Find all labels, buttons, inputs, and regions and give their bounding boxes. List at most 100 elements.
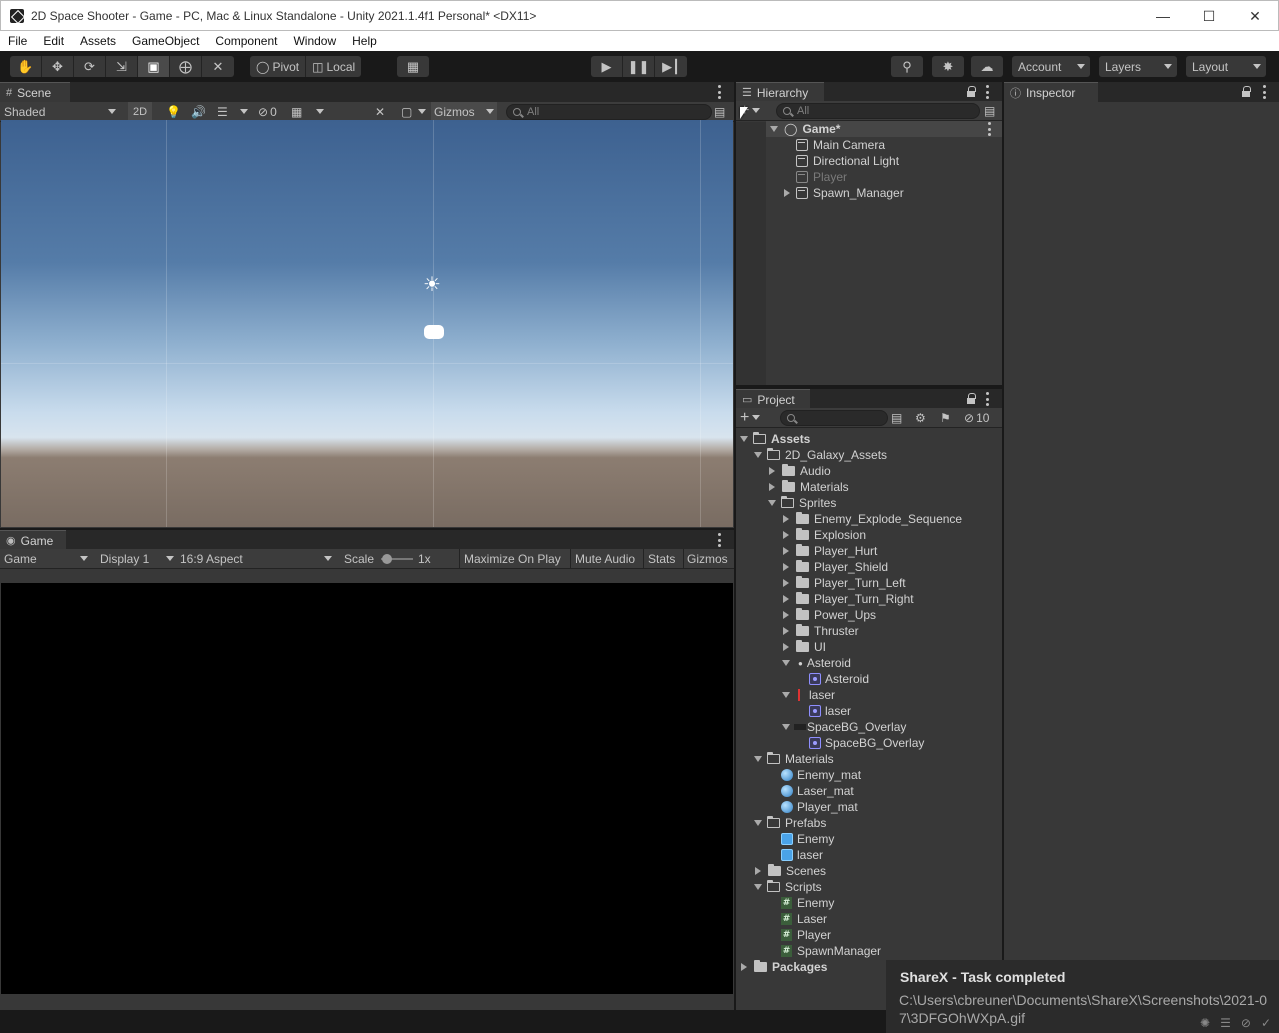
expand-arrow-icon[interactable] xyxy=(754,884,762,890)
custom-tool-icon[interactable]: ✕ xyxy=(202,56,234,77)
layers-dropdown[interactable]: Layers xyxy=(1099,56,1177,77)
check-icon[interactable]: ✓ xyxy=(1261,1016,1271,1030)
expand-arrow-icon[interactable] xyxy=(784,189,790,197)
project-folder[interactable]: Audio xyxy=(769,463,831,479)
hidden-packages-toggle[interactable]: ⊘ 10 xyxy=(964,408,989,427)
project-folder[interactable]: Scenes xyxy=(755,863,826,879)
filter-by-type-icon[interactable]: ⚙ xyxy=(915,408,926,427)
expand-arrow-icon[interactable] xyxy=(754,820,762,826)
project-material[interactable]: Enemy_mat xyxy=(781,767,861,783)
menu-edit[interactable]: Edit xyxy=(35,34,72,48)
bug-icon[interactable]: ✺ xyxy=(1200,1016,1210,1030)
project-script[interactable]: # Enemy xyxy=(781,895,834,911)
project-script[interactable]: # Laser xyxy=(781,911,827,927)
move-tool-icon[interactable]: ✥ xyxy=(42,56,74,77)
menu-help[interactable]: Help xyxy=(344,34,385,48)
gizmos-dropdown[interactable]: Gizmos xyxy=(431,102,497,121)
hierarchy-search-input[interactable]: All xyxy=(776,103,980,119)
tab-hierarchy[interactable]: ☰ Hierarchy xyxy=(736,82,824,102)
cloud-icon[interactable]: ☁ xyxy=(971,56,1003,77)
project-sprite-child[interactable]: laser xyxy=(809,703,851,719)
project-folder-packages[interactable]: Packages xyxy=(741,959,827,975)
audio-icon[interactable]: 🔊 xyxy=(191,102,206,121)
grid-toggle-icon[interactable]: ▦ xyxy=(291,102,302,121)
project-menu-icon[interactable] xyxy=(984,392,990,406)
expand-arrow-icon[interactable] xyxy=(768,500,776,506)
menu-assets[interactable]: Assets xyxy=(72,34,124,48)
project-material[interactable]: Player_mat xyxy=(781,799,858,815)
network-icon[interactable]: ⊘ xyxy=(1241,1016,1251,1030)
transform-tool-icon[interactable]: ⨁ xyxy=(170,56,202,77)
project-folder[interactable]: Player_Turn_Left xyxy=(783,575,906,591)
expand-arrow-icon[interactable] xyxy=(783,627,789,635)
game-menu-icon[interactable] xyxy=(716,533,722,547)
expand-arrow-icon[interactable] xyxy=(783,643,789,651)
collab-icon[interactable]: ✸ xyxy=(932,56,964,77)
expand-arrow-icon[interactable] xyxy=(783,531,789,539)
project-folder[interactable]: Player_Hurt xyxy=(783,543,877,559)
hierarchy-menu-icon[interactable] xyxy=(984,85,990,99)
scene-root-row[interactable]: ◯ Game* xyxy=(766,121,1002,137)
project-folder[interactable]: Player_Turn_Right xyxy=(783,591,914,607)
lock-icon[interactable] xyxy=(966,86,976,98)
play-icon[interactable]: ▶ xyxy=(591,56,623,77)
grid-snap-icon[interactable]: ▦ xyxy=(397,56,429,77)
project-folder[interactable]: Scripts xyxy=(754,879,822,895)
project-material[interactable]: Laser_mat xyxy=(781,783,854,799)
filter-by-label-icon[interactable]: ⚑ xyxy=(940,408,951,427)
tab-inspector[interactable]: ⓘ Inspector xyxy=(1004,82,1098,102)
project-folder[interactable]: Thruster xyxy=(783,623,859,639)
menu-window[interactable]: Window xyxy=(285,34,344,48)
project-script[interactable]: # SpawnManager xyxy=(781,943,881,959)
hierarchy-item[interactable]: Directional Light xyxy=(796,153,899,169)
expand-arrow-icon[interactable] xyxy=(741,963,747,971)
search-expand-icon[interactable]: ▤ xyxy=(714,102,725,121)
minimize-icon[interactable]: — xyxy=(1140,1,1186,31)
expand-arrow-icon[interactable] xyxy=(782,692,790,698)
expand-arrow-icon[interactable] xyxy=(782,724,790,730)
project-folder[interactable]: UI xyxy=(783,639,826,655)
tab-game[interactable]: ◉ Game xyxy=(0,530,66,550)
game-viewport[interactable] xyxy=(1,583,733,994)
slider-handle[interactable] xyxy=(382,554,392,564)
close-icon[interactable]: ✕ xyxy=(1232,1,1278,31)
expand-arrow-icon[interactable] xyxy=(769,467,775,475)
expand-arrow-icon[interactable] xyxy=(783,547,789,555)
project-prefab[interactable]: Enemy xyxy=(781,831,834,847)
expand-arrow-icon[interactable] xyxy=(754,756,762,762)
effects-dropdown[interactable] xyxy=(240,102,248,121)
expand-arrow-icon[interactable] xyxy=(783,579,789,587)
stats-button[interactable]: Stats xyxy=(643,549,683,568)
project-search-input[interactable] xyxy=(780,410,888,426)
expand-arrow-icon[interactable] xyxy=(783,563,789,571)
project-folder[interactable]: Enemy_Explode_Sequence xyxy=(783,511,962,527)
layout-dropdown[interactable]: Layout xyxy=(1186,56,1266,77)
expand-arrow-icon[interactable] xyxy=(783,595,789,603)
expand-arrow-icon[interactable] xyxy=(740,436,748,442)
search-icon[interactable]: ⚲ xyxy=(891,56,923,77)
scene-menu-icon[interactable] xyxy=(716,85,722,99)
pivot-button[interactable]: ◯ Pivot xyxy=(250,56,307,77)
project-sprite[interactable]: ● Asteroid xyxy=(782,655,851,671)
expand-arrow-icon[interactable] xyxy=(783,515,789,523)
project-folder-assets[interactable]: Assets xyxy=(740,431,810,447)
shading-dropdown[interactable]: Shaded xyxy=(4,102,120,121)
project-folder[interactable]: Prefabs xyxy=(754,815,826,831)
pause-icon[interactable]: ❚❚ xyxy=(623,56,655,77)
game-gizmos-button[interactable]: Gizmos xyxy=(683,549,733,568)
project-prefab[interactable]: laser xyxy=(781,847,823,863)
rect-tool-icon[interactable]: ▣ xyxy=(138,56,170,77)
game-view-dropdown[interactable]: Game xyxy=(4,549,90,568)
lock-icon[interactable] xyxy=(1241,86,1251,98)
expand-arrow-icon[interactable] xyxy=(782,660,790,666)
effects-icon[interactable]: ☰ xyxy=(217,102,228,121)
inspector-menu-icon[interactable] xyxy=(1261,85,1267,99)
project-folder[interactable]: Explosion xyxy=(783,527,866,543)
project-folder[interactable]: Player_Shield xyxy=(783,559,888,575)
project-sprite-child[interactable]: Asteroid xyxy=(809,671,869,687)
project-folder[interactable]: Power_Ups xyxy=(783,607,876,623)
step-icon[interactable]: ▶┃ xyxy=(655,56,687,77)
expand-arrow-icon[interactable] xyxy=(754,452,762,458)
create-asset-button[interactable]: + xyxy=(740,408,761,427)
menu-gameobject[interactable]: GameObject xyxy=(124,34,207,48)
